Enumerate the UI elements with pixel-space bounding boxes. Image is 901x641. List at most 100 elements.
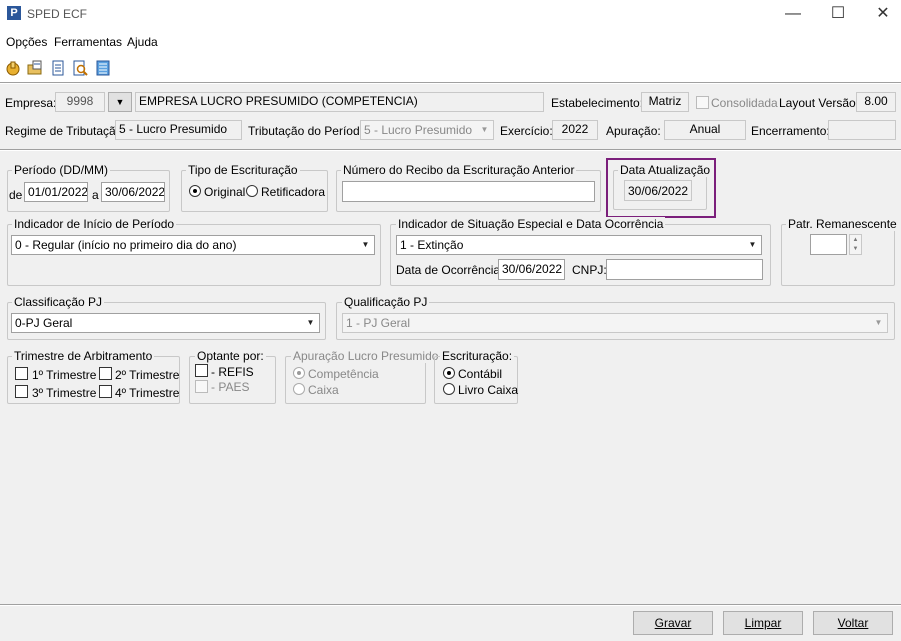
separator (0, 82, 901, 84)
original-radio[interactable] (189, 185, 201, 197)
patr-input[interactable] (810, 234, 847, 255)
tributacao-value: 5 - Lucro Presumido (364, 123, 473, 137)
window-title: SPED ECF (27, 7, 88, 21)
menu-ajuda[interactable]: Ajuda (127, 35, 158, 49)
voltar-button[interactable]: Voltar (813, 611, 893, 635)
gravar-button[interactable]: Gravar (633, 611, 713, 635)
menu-ferramentas[interactable]: Ferramentas (54, 35, 122, 49)
data-atualizacao-legend: Data Atualização (618, 163, 713, 177)
trimestre-3-checkbox[interactable] (15, 385, 28, 398)
indicador-inicio-select[interactable]: 0 - Regular (início no primeiro dia do a… (11, 235, 375, 255)
apuracao-lp-legend: Apuração Lucro Presumido (291, 349, 441, 363)
document-icon[interactable] (50, 60, 66, 76)
bars-icon[interactable] (95, 60, 111, 76)
voltar-label: Voltar (837, 616, 869, 630)
layout-label: Layout Versão: (779, 96, 860, 110)
estabelecimento-label: Estabelecimento: (551, 96, 644, 110)
encerramento-label: Encerramento: (751, 124, 830, 138)
refis-checkbox[interactable] (195, 364, 208, 377)
classificacao-value: 0-PJ Geral (15, 316, 73, 330)
periodo-de-label: de (9, 188, 23, 202)
situacao-select[interactable]: 1 - Extinção ▼ (396, 235, 762, 255)
tributacao-label: Tributação do Período: (248, 124, 370, 138)
chevron-down-icon: ▼ (748, 240, 757, 249)
exercicio-value: 2022 (552, 120, 598, 140)
empresa-name: EMPRESA LUCRO PRESUMIDO (COMPETENCIA) (135, 92, 544, 112)
competencia-radio[interactable] (293, 367, 305, 379)
trimestre-2-label: 2º Trimestre (115, 368, 180, 382)
retificadora-radio[interactable] (246, 185, 258, 197)
livro-caixa-label: Livro Caixa (458, 383, 519, 397)
paes-checkbox[interactable] (195, 380, 208, 393)
consolidada-label: Consolidada (711, 96, 778, 110)
title-bar (0, 0, 901, 30)
qualificacao-select[interactable]: 1 - PJ Geral ▼ (342, 313, 888, 333)
encerramento-value (828, 120, 896, 140)
contabil-radio[interactable] (443, 367, 455, 379)
tipo-legend: Tipo de Escrituração (186, 163, 300, 177)
chevron-down-icon: ▼ (852, 246, 859, 252)
chevron-down-icon: ▼ (361, 240, 370, 249)
recibo-legend: Número do Recibo da Escrituração Anterio… (341, 163, 577, 177)
periodo-a-label: a (92, 188, 99, 202)
document-search-icon[interactable] (72, 60, 88, 76)
caixa-label: Caixa (308, 383, 339, 397)
regime-value: 5 - Lucro Presumido (115, 120, 242, 140)
trimestre-4-checkbox[interactable] (99, 385, 112, 398)
folder-edit-icon[interactable] (27, 60, 43, 76)
original-label: Original (204, 185, 246, 199)
chevron-down-icon: ▼ (306, 318, 315, 327)
trimestre-1-checkbox[interactable] (15, 367, 28, 380)
trimestre-1-label: 1º Trimestre (32, 368, 97, 382)
cnpj-input[interactable] (606, 259, 763, 280)
caixa-radio[interactable] (293, 383, 305, 395)
apuracao-value: Anual (664, 120, 746, 140)
patr-spinner[interactable]: ▲ ▼ (849, 234, 862, 255)
empresa-dropdown-button[interactable]: ▼ (108, 92, 132, 112)
classificacao-select[interactable]: 0-PJ Geral ▼ (11, 313, 320, 333)
patr-legend: Patr. Remanescente (786, 217, 899, 231)
tributacao-select[interactable]: 5 - Lucro Presumido ▼ (360, 120, 494, 140)
hand-icon[interactable] (5, 60, 21, 76)
layout-value: 8.00 (856, 92, 896, 112)
limpar-button[interactable]: Limpar (723, 611, 803, 635)
chevron-down-icon: ▼ (874, 318, 883, 327)
optante-legend: Optante por: (195, 349, 266, 363)
menu-opcoes[interactable]: Opções (6, 35, 47, 49)
recibo-input[interactable] (342, 181, 595, 202)
situacao-value: 1 - Extinção (400, 238, 464, 252)
chevron-down-icon: ▼ (480, 125, 489, 134)
maximize-button[interactable]: ☐ (815, 0, 861, 30)
competencia-label: Competência (308, 367, 379, 381)
refis-label: - REFIS (211, 365, 254, 379)
indicador-inicio-legend: Indicador de Início de Período (12, 217, 177, 231)
toolbar (0, 52, 901, 82)
separator (0, 149, 901, 151)
consolidada-checkbox[interactable] (696, 96, 709, 109)
paes-label: - PAES (211, 380, 250, 394)
trimestre-4-label: 4º Trimestre (115, 386, 180, 400)
minimize-button[interactable]: — (770, 0, 816, 30)
periodo-de-input[interactable]: 01/01/2022 (24, 182, 88, 202)
periodo-a-input[interactable]: 30/06/2022 (101, 182, 165, 202)
estabelecimento-value: Matriz (641, 92, 689, 112)
empresa-code: 9998 (55, 92, 105, 112)
gravar-label: Gravar (654, 616, 692, 630)
escrituracao-legend: Escrituração: (440, 349, 515, 363)
apuracao-label: Apuração: (606, 124, 661, 138)
livro-caixa-radio[interactable] (443, 383, 455, 395)
close-button[interactable]: ✕ (860, 0, 901, 30)
indicador-inicio-value: 0 - Regular (início no primeiro dia do a… (15, 238, 237, 252)
separator (0, 604, 901, 606)
cnpj-label: CNPJ: (572, 263, 607, 277)
empresa-label: Empresa: (5, 96, 57, 110)
contabil-label: Contábil (458, 367, 503, 381)
situacao-legend: Indicador de Situação Especial e Data Oc… (396, 217, 666, 231)
data-ocorrencia-input[interactable]: 30/06/2022 (498, 259, 565, 280)
trimestre-3-label: 3º Trimestre (32, 386, 97, 400)
periodo-legend: Período (DD/MM) (12, 163, 111, 177)
classificacao-legend: Classificação PJ (12, 295, 105, 309)
trimestre-2-checkbox[interactable] (99, 367, 112, 380)
limpar-label: Limpar (744, 616, 782, 630)
trimestre-legend: Trimestre de Arbitramento (12, 349, 155, 363)
